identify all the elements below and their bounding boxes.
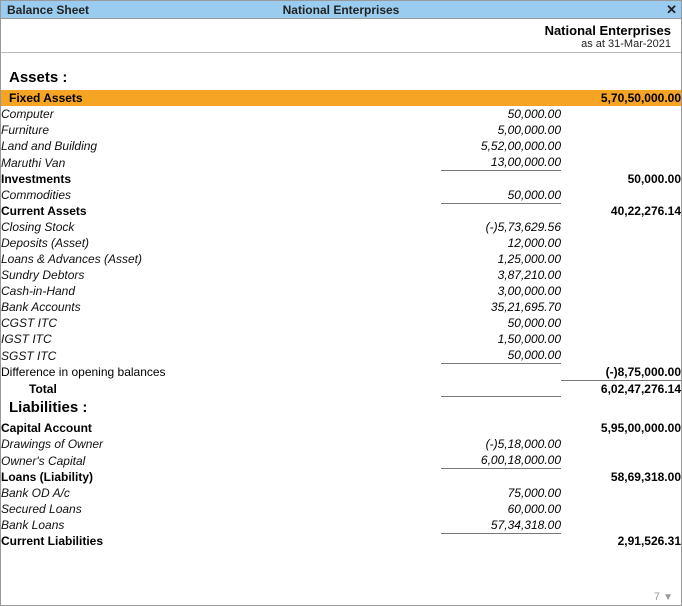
window-title-center: National Enterprises xyxy=(283,3,400,17)
close-icon[interactable]: ✕ xyxy=(666,2,677,18)
table-row[interactable]: SGST ITC50,000.00 xyxy=(1,347,681,364)
report-date: as at 31-Mar-2021 xyxy=(11,38,671,50)
table-row[interactable]: IGST ITC1,50,000.00 xyxy=(1,331,681,347)
group-label: Fixed Assets xyxy=(1,90,441,106)
group-total: 5,70,50,000.00 xyxy=(561,90,681,106)
table-row[interactable]: Land and Building5,52,00,000.00 xyxy=(1,138,681,154)
table-row[interactable]: Bank Accounts35,21,695.70 xyxy=(1,299,681,315)
table-row[interactable]: Furniture5,00,000.00 xyxy=(1,122,681,138)
loans-liability-row[interactable]: Loans (Liability) 58,69,318.00 xyxy=(1,469,681,485)
table-row[interactable]: Commodities50,000.00 xyxy=(1,187,681,204)
table-row[interactable]: Sundry Debtors3,87,210.00 xyxy=(1,267,681,283)
table-row[interactable]: Bank Loans57,34,318.00 xyxy=(1,517,681,534)
investments-row[interactable]: Investments 50,000.00 xyxy=(1,171,681,187)
current-liabilities-row[interactable]: Current Liabilities 2,91,526.31 xyxy=(1,533,681,549)
table-row[interactable]: Owner's Capital6,00,18,000.00 xyxy=(1,452,681,469)
title-bar: Balance Sheet National Enterprises ✕ xyxy=(1,1,681,19)
liabilities-heading: Liabilities : xyxy=(1,397,681,420)
assets-heading: Assets : xyxy=(1,53,681,90)
current-assets-row[interactable]: Current Assets 40,22,276.14 xyxy=(1,203,681,219)
report-body: Assets : Fixed Assets 5,70,50,000.00 Com… xyxy=(1,53,681,549)
window-title-left: Balance Sheet xyxy=(7,3,89,17)
table-row[interactable]: CGST ITC50,000.00 xyxy=(1,315,681,331)
diff-balances-row[interactable]: Difference in opening balances (-)8,75,0… xyxy=(1,364,681,381)
assets-table: Fixed Assets 5,70,50,000.00 Computer50,0… xyxy=(1,90,681,397)
table-row[interactable]: Cash-in-Hand3,00,000.00 xyxy=(1,283,681,299)
table-row[interactable]: Maruthi Van13,00,000.00 xyxy=(1,154,681,171)
capital-account-row[interactable]: Capital Account 5,95,00,000.00 xyxy=(1,420,681,436)
report-header: National Enterprises as at 31-Mar-2021 xyxy=(1,19,681,53)
company-name: National Enterprises xyxy=(11,23,671,38)
table-row[interactable]: Deposits (Asset)12,000.00 xyxy=(1,235,681,251)
table-row[interactable]: Secured Loans60,000.00 xyxy=(1,501,681,517)
liabilities-table: Capital Account 5,95,00,000.00 Drawings … xyxy=(1,420,681,549)
table-row[interactable]: Computer50,000.00 xyxy=(1,106,681,122)
table-row[interactable]: Drawings of Owner(-)5,18,000.00 xyxy=(1,436,681,452)
chevron-down-icon[interactable]: ▼ xyxy=(663,592,673,603)
page-indicator: 7 xyxy=(654,591,660,603)
scroll-indicator: 7 ▼ xyxy=(654,591,673,603)
table-row[interactable]: Bank OD A/c75,000.00 xyxy=(1,485,681,501)
table-row[interactable]: Loans & Advances (Asset)1,25,000.00 xyxy=(1,251,681,267)
assets-total-row: Total 6,02,47,276.14 xyxy=(1,380,681,397)
table-row[interactable]: Closing Stock(-)5,73,629.56 xyxy=(1,219,681,235)
fixed-assets-row[interactable]: Fixed Assets 5,70,50,000.00 xyxy=(1,90,681,106)
